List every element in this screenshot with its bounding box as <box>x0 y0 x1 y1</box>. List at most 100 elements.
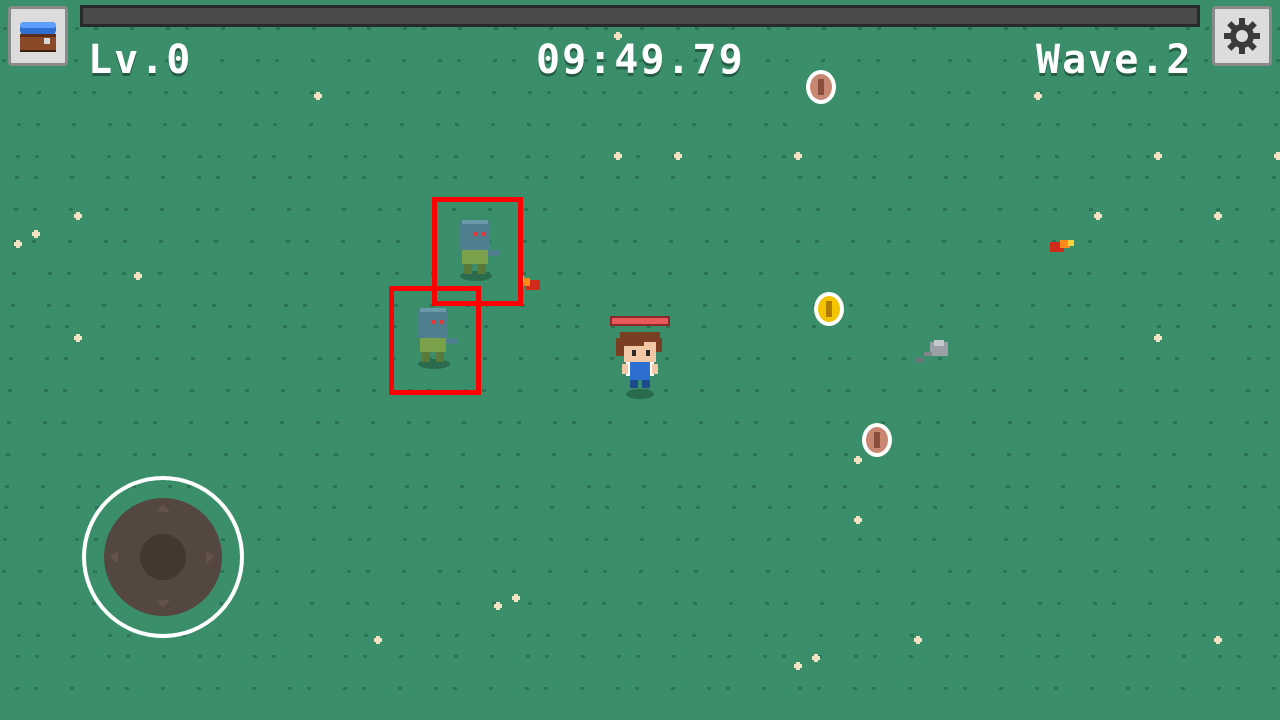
grass-tuft <box>1128 634 1132 637</box>
grass-tuft <box>213 272 217 275</box>
grass-tuft <box>824 485 828 488</box>
grass-tuft <box>1065 357 1069 360</box>
grass-tuft <box>784 602 788 605</box>
grass-tuft <box>1057 91 1061 94</box>
grass-tuft <box>125 176 129 179</box>
grass-tuft <box>1083 389 1087 392</box>
grass-tuft <box>1203 91 1207 94</box>
grass-tuft <box>676 27 680 30</box>
grass-tuft <box>1022 570 1026 573</box>
grass-tuft <box>1175 357 1179 360</box>
grass-tuft <box>343 687 347 690</box>
grass-tuft <box>456 91 460 94</box>
grass-tuft <box>873 655 877 658</box>
grass-tuft <box>1206 506 1210 509</box>
grass-tuft <box>1005 506 1009 509</box>
grass-tuft <box>754 421 758 424</box>
grass-tuft <box>1172 453 1176 456</box>
grass-tuft <box>39 538 43 541</box>
zombie-enemy[interactable] <box>450 218 506 284</box>
grass-tuft <box>1156 357 1160 360</box>
grass-tuft <box>302 325 306 328</box>
grass-tuft <box>874 123 878 126</box>
xp-progress-bar <box>80 5 1200 27</box>
grass-tuft <box>1216 208 1220 211</box>
grass-tuft <box>339 304 343 307</box>
grass-tuft <box>992 389 996 392</box>
grass-tuft <box>272 155 276 158</box>
grass-tuft <box>288 687 292 690</box>
grass-tuft <box>194 272 198 275</box>
grass-tuft <box>166 27 170 30</box>
grass-tuft <box>513 538 517 541</box>
grass-tuft <box>285 272 289 275</box>
grass-tuft <box>400 634 404 637</box>
grass-tuft <box>434 176 438 179</box>
grass-tuft <box>68 240 72 243</box>
grass-tuft <box>278 485 282 488</box>
grass-tuft <box>5 485 9 488</box>
grass-tuft <box>907 208 911 211</box>
grass-tuft <box>47 304 51 307</box>
grass-tuft <box>104 240 108 243</box>
flower <box>374 636 382 644</box>
grass-tuft <box>878 506 882 509</box>
grass-tuft <box>494 538 498 541</box>
grass-tuft <box>36 634 40 637</box>
zombie-enemy[interactable] <box>408 306 464 372</box>
grass-tuft <box>996 272 1000 275</box>
grass-tuft <box>484 325 488 328</box>
grass-tuft <box>1208 453 1212 456</box>
grass-tuft <box>217 155 221 158</box>
grass-tuft <box>286 240 290 243</box>
grass-tuft <box>575 325 579 328</box>
grass-tuft <box>792 357 796 360</box>
grass-tuft <box>858 538 862 541</box>
grass-tuft <box>876 59 880 62</box>
flower <box>134 272 142 280</box>
grass-tuft <box>1150 27 1154 30</box>
grass-tuft <box>377 240 381 243</box>
grass-tuft <box>670 208 674 211</box>
grass-tuft <box>37 91 41 94</box>
grass-tuft <box>256 570 260 573</box>
chest-button[interactable] <box>8 6 68 66</box>
grass-tuft <box>1275 602 1279 605</box>
grass-tuft <box>1037 634 1041 637</box>
grass-tuft <box>1273 655 1277 658</box>
grass-tuft <box>1248 325 1252 328</box>
grass-tuft <box>612 304 616 307</box>
grass-tuft <box>752 485 756 488</box>
joystick-knob[interactable] <box>140 534 186 580</box>
grass-tuft <box>273 123 277 126</box>
grass-tuft <box>65 325 69 328</box>
grass-tuft <box>106 687 110 690</box>
grass-tuft <box>216 687 220 690</box>
grass-tuft <box>578 240 582 243</box>
grass-tuft <box>3 538 7 541</box>
grass-tuft <box>585 538 589 541</box>
grass-tuft <box>193 304 197 307</box>
game-stage[interactable]: Lv.0 09:49.79 Wave.2 <box>0 0 1280 720</box>
grass-tuft <box>823 506 827 509</box>
grass-tuft <box>453 176 457 179</box>
wave-label: Wave.2 <box>1036 37 1193 83</box>
grass-tuft <box>1241 538 1245 541</box>
grass-tuft <box>738 325 742 328</box>
grass-tuft <box>371 421 375 424</box>
rock <box>916 340 948 362</box>
grass-tuft <box>137 325 141 328</box>
grass-tuft <box>549 538 553 541</box>
grass-tuft <box>216 176 220 179</box>
grass-tuft <box>1214 272 1218 275</box>
grass-tuft <box>966 91 970 94</box>
grass-tuft <box>1180 208 1184 211</box>
grass-tuft <box>225 421 229 424</box>
settings-button[interactable] <box>1212 6 1272 66</box>
grass-tuft <box>344 655 348 658</box>
player-character <box>616 332 662 399</box>
grass-tuft <box>400 123 404 126</box>
grass-tuft <box>1268 304 1272 307</box>
grass-tuft <box>1153 453 1157 456</box>
grass-tuft <box>555 357 559 360</box>
